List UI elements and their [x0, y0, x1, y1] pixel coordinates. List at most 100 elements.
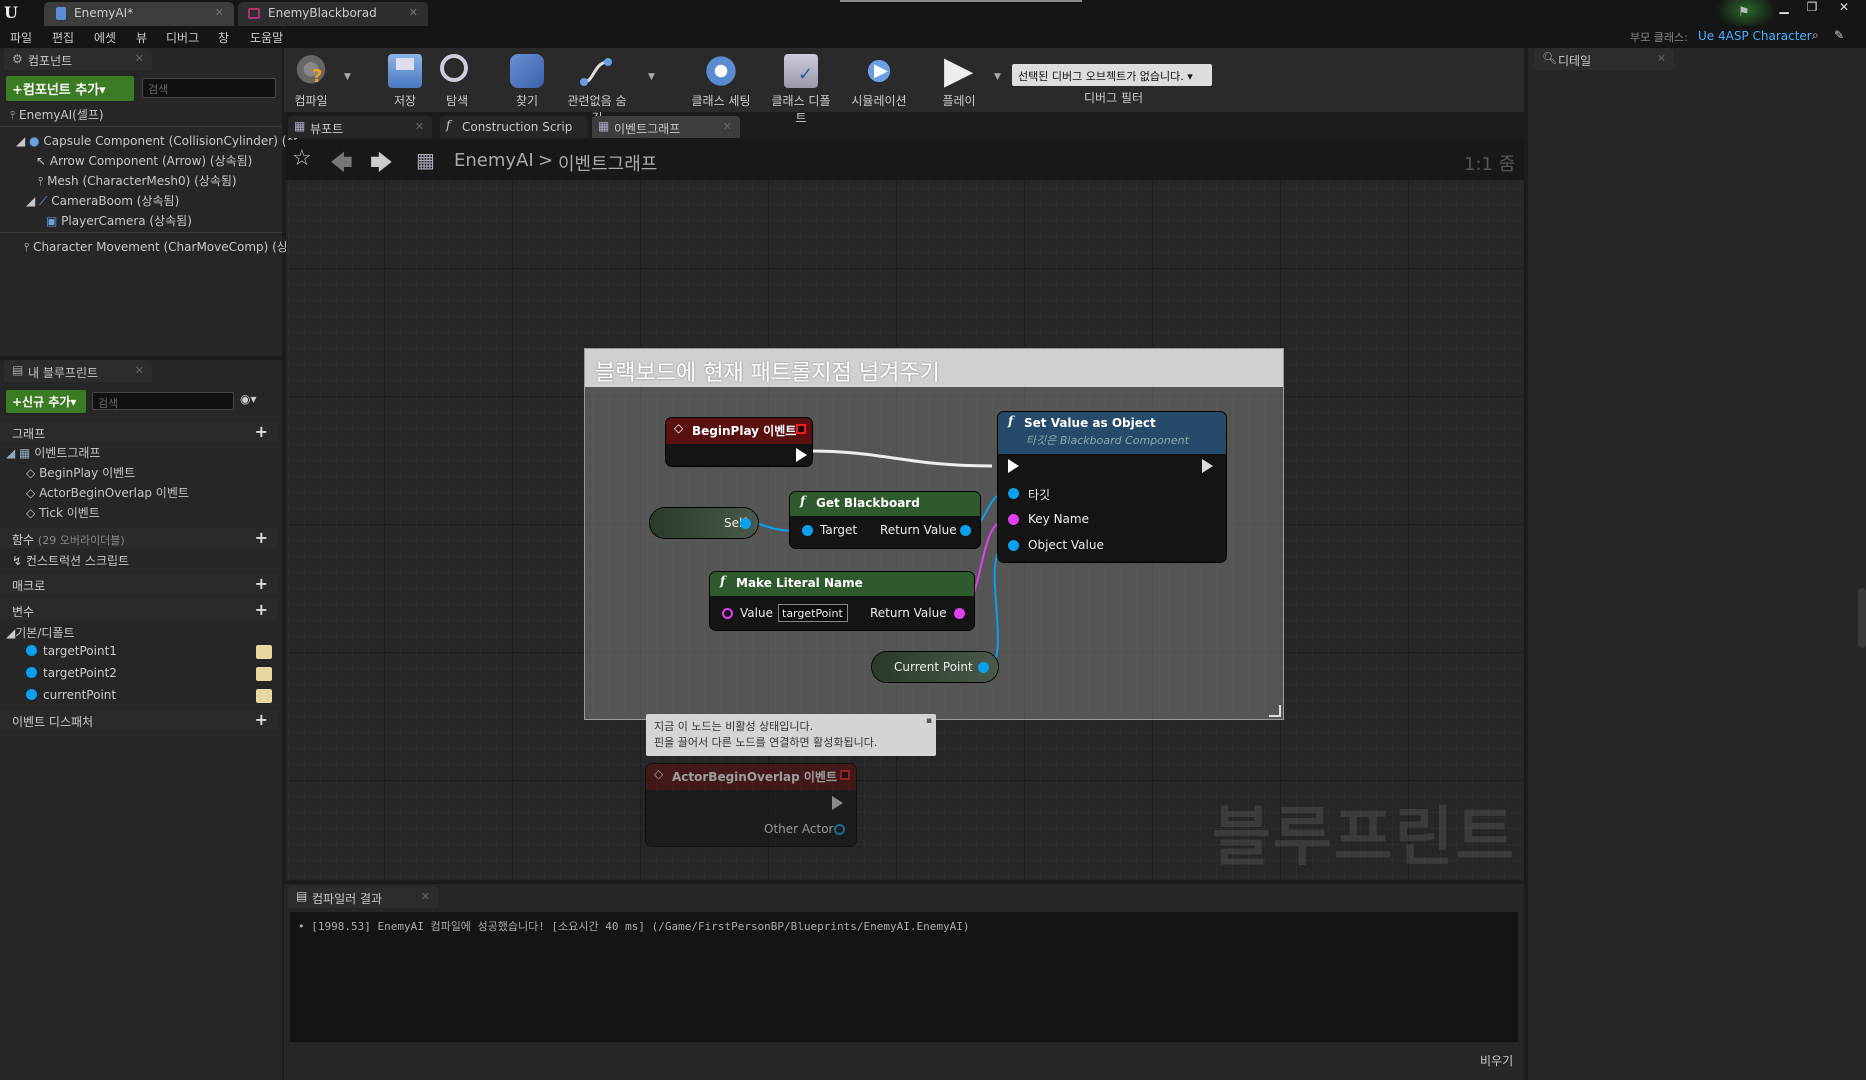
category-graphs[interactable]: 그래프 + — [0, 422, 278, 442]
exec-out-pin[interactable] — [796, 448, 807, 462]
tab-construction-script[interactable]: f Construction Scrip — [440, 116, 588, 138]
category-event-dispatchers[interactable]: 이벤트 디스패처 + — [0, 710, 278, 730]
close-icon[interactable]: ✕ — [723, 120, 732, 133]
category-variables[interactable]: 변수 + — [0, 600, 278, 620]
graph-canvas[interactable]: ☆ 🡄 🡆 ▦ EnemyAI > 이벤트그래프 1:1 줌 블랙보드에 현재 … — [286, 140, 1524, 880]
exec-in-pin[interactable] — [1008, 459, 1019, 473]
delegate-pin[interactable] — [840, 770, 850, 780]
expand-icon[interactable]: ◢ — [26, 194, 39, 208]
close-icon[interactable]: ✕ — [421, 890, 430, 903]
tree-root[interactable]: ⫯ EnemyAI(셀프) — [10, 106, 104, 123]
key-name-pin[interactable] — [1008, 514, 1019, 525]
window-tab-enemyai[interactable]: EnemyAI* ✕ — [44, 2, 234, 26]
close-icon[interactable]: ✕ — [1657, 52, 1666, 65]
target-pin[interactable] — [1008, 488, 1019, 499]
add-function-icon[interactable]: + — [255, 528, 268, 547]
tree-item-arrow[interactable]: ↖ Arrow Component (Arrow) (상속됨) — [36, 152, 252, 169]
simulation-button[interactable]: ▶ 시뮬레이션 — [848, 50, 910, 108]
beginplay-node[interactable]: ◇ BeginPlay 이벤트 — [666, 418, 812, 466]
compile-dropdown-icon[interactable]: ▼ — [344, 72, 351, 82]
make-literal-name-node[interactable]: f Make Literal Name Value targetPoint Re… — [710, 572, 974, 630]
window-tab-blackboard[interactable]: EnemyBlackborad ✕ — [238, 2, 428, 26]
value-input[interactable]: targetPoint — [778, 604, 848, 622]
expand-icon[interactable]: ◢ — [6, 626, 15, 640]
hide-unrelated-button[interactable]: 관련없음 숨김 — [566, 50, 630, 125]
return-value-pin[interactable] — [954, 608, 965, 619]
add-macro-icon[interactable]: + — [255, 574, 268, 593]
edit-icon[interactable]: ✎ — [1834, 28, 1844, 42]
hide-dropdown-icon[interactable]: ▼ — [648, 72, 655, 82]
menu-edit[interactable]: 편집 — [52, 29, 74, 46]
parent-class-value[interactable]: Ue 4ASP Character — [1698, 29, 1812, 43]
menu-view[interactable]: 뷰 — [136, 29, 147, 46]
add-new-button[interactable]: +신규 추가▾ — [6, 390, 86, 413]
component-search-input[interactable]: 검색 — [142, 78, 276, 98]
self-out-pin[interactable] — [740, 518, 751, 529]
delegate-pin[interactable] — [796, 424, 806, 434]
variable-category[interactable]: ◢기본/디폴트 — [6, 624, 74, 641]
close-icon[interactable]: ✕ — [409, 6, 418, 19]
self-node[interactable]: Self — [650, 508, 758, 538]
category-macros[interactable]: 매크로 + — [0, 574, 278, 594]
class-settings-button[interactable]: 클래스 세팅 — [690, 50, 752, 108]
maximize-icon[interactable]: ❐ — [1798, 0, 1826, 18]
visibility-eye-icon[interactable] — [256, 667, 272, 681]
expand-icon[interactable]: ◢ — [16, 134, 29, 148]
variable-item-targetpoint2[interactable]: targetPoint2 — [26, 666, 117, 680]
exec-out-pin[interactable] — [1202, 459, 1213, 473]
close-window-icon[interactable]: ✕ — [1826, 0, 1862, 18]
tab-compiler-results[interactable]: ▤ 컴파일러 결과 ✕ — [288, 886, 438, 908]
exec-out-pin[interactable] — [832, 796, 843, 810]
category-functions[interactable]: 함수 (29 오버라이더블) + — [0, 528, 278, 548]
tab-event-graph[interactable]: ▦ 이벤트그래프 ✕ — [592, 116, 740, 138]
class-defaults-button[interactable]: ✓ 클래스 디폴트 — [770, 50, 832, 125]
tab-components[interactable]: ⚙ 컴포넌트 ✕ — [4, 48, 152, 70]
menu-window[interactable]: 창 — [218, 29, 229, 46]
clear-button[interactable]: 비우기 — [1480, 1052, 1513, 1069]
add-graph-icon[interactable]: + — [255, 422, 268, 441]
view-options-icon[interactable]: ◉▾ — [240, 392, 257, 406]
other-actor-pin[interactable] — [834, 824, 845, 835]
debug-object-select[interactable]: 선택된 디버그 오브젝트가 없습니다. ▾ — [1012, 64, 1212, 86]
get-blackboard-node[interactable]: f Get Blackboard Target Return Value — [790, 492, 980, 548]
search-icon[interactable]: ⌕ — [1812, 28, 1819, 43]
event-graph-item[interactable]: ◢ ▦ 이벤트그래프 — [6, 444, 100, 461]
find-button[interactable]: 찾기 — [496, 50, 558, 108]
actor-begin-overlap-node[interactable]: ◇ ActorBeginOverlap 이벤트 Other Actor — [646, 764, 856, 846]
event-item-tick[interactable]: ◇ Tick 이벤트 — [26, 504, 100, 521]
target-pin[interactable] — [802, 525, 813, 536]
construction-script-item[interactable]: ↯ 컨스트럭션 스크립트 — [12, 552, 129, 569]
tree-item-capsule[interactable]: ◢ ● Capsule Component (CollisionCylinder… — [16, 132, 297, 149]
current-point-out-pin[interactable] — [978, 662, 989, 673]
current-point-node[interactable]: Current Point — [872, 652, 998, 682]
event-item-overlap[interactable]: ◇ ActorBeginOverlap 이벤트 — [26, 484, 189, 501]
return-value-pin[interactable] — [960, 525, 971, 536]
object-value-pin[interactable] — [1008, 540, 1019, 551]
tree-item-movement[interactable]: ⫯ Character Movement (CharMoveComp) (상 — [24, 238, 288, 255]
play-dropdown-icon[interactable]: ▼ — [994, 72, 1001, 82]
add-component-button[interactable]: +컴포넌트 추가▾ — [6, 76, 134, 101]
menu-file[interactable]: 파일 — [10, 29, 32, 46]
tab-viewport[interactable]: ▦ 뷰포트 ✕ — [288, 116, 432, 138]
tree-item-mesh[interactable]: ⫯ Mesh (CharacterMesh0) (상속됨) — [38, 172, 237, 189]
value-pin[interactable] — [722, 608, 733, 619]
close-icon[interactable]: ✕ — [135, 364, 144, 377]
play-button[interactable]: ▶ 플레이 — [928, 48, 990, 108]
visibility-eye-icon[interactable] — [256, 645, 272, 659]
set-value-as-object-node[interactable]: f Set Value as Object 타깃은 Blackboard Com… — [998, 412, 1226, 562]
close-icon[interactable]: ✕ — [415, 120, 424, 133]
minimize-icon[interactable]: ▁ — [1770, 0, 1798, 18]
compile-button[interactable]: ? 컴파일 — [280, 50, 342, 108]
add-dispatcher-icon[interactable]: + — [255, 710, 268, 729]
variable-item-targetpoint1[interactable]: targetPoint1 — [26, 644, 117, 658]
menu-help[interactable]: 도움말 — [250, 29, 283, 46]
variable-item-currentpoint[interactable]: currentPoint — [26, 688, 116, 702]
tab-details[interactable]: 🔍︎ 디테일 ✕ — [1534, 48, 1674, 70]
visibility-eye-icon[interactable] — [256, 689, 272, 703]
tree-item-cameraboom[interactable]: ◢ ⟋ CameraBoom (상속됨) — [26, 192, 179, 209]
tree-item-playercamera[interactable]: ▣ PlayerCamera (상속됨) — [46, 212, 192, 229]
tab-my-blueprint[interactable]: ▤ 내 블루프린트 ✕ — [4, 360, 152, 382]
learn-icon[interactable]: ⚑ — [1738, 5, 1750, 20]
pin-icon[interactable]: ▪ — [926, 716, 932, 726]
menu-debug[interactable]: 디버그 — [166, 29, 199, 46]
